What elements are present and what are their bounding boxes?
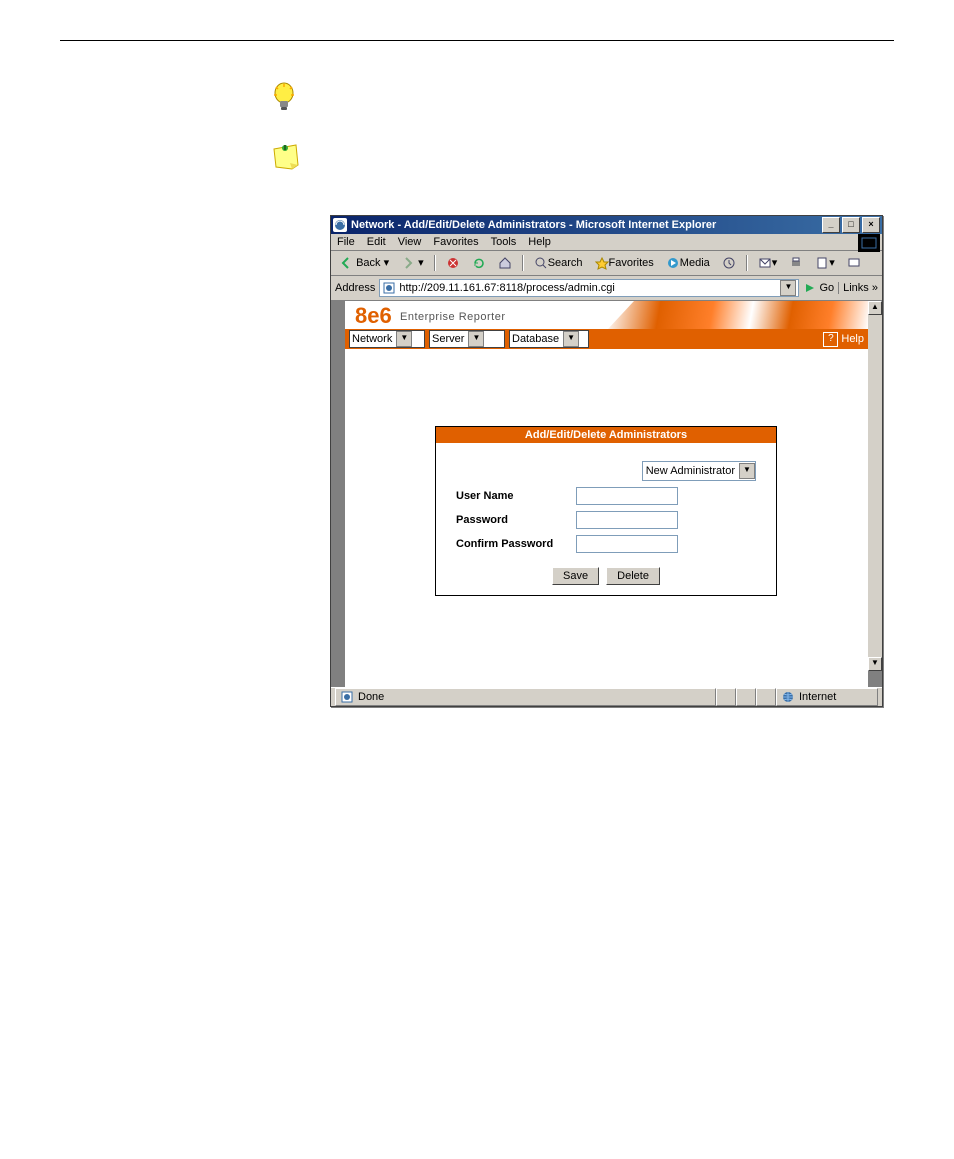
username-label: User Name	[456, 490, 576, 502]
close-button[interactable]: ×	[862, 217, 880, 233]
status-cell	[756, 688, 776, 706]
scroll-up-icon[interactable]: ▲	[868, 301, 882, 315]
delete-button[interactable]: Delete	[606, 567, 660, 585]
save-button[interactable]: Save	[552, 567, 599, 585]
forward-button[interactable]: ▾	[397, 255, 428, 271]
password-label: Password	[456, 514, 576, 526]
menu-tools[interactable]: Tools	[491, 236, 517, 248]
stop-button[interactable]	[442, 255, 464, 271]
scroll-down-icon[interactable]: ▼	[868, 657, 882, 671]
favorites-button[interactable]: Favorites	[591, 255, 658, 271]
back-button[interactable]: Back ▾	[335, 255, 393, 271]
address-input[interactable]: http://209.11.161.67:8118/process/admin.…	[379, 279, 799, 297]
server-dropdown[interactable]: Server▼	[429, 330, 505, 348]
network-dropdown[interactable]: Network▼	[349, 330, 425, 348]
ie-throbber-icon	[858, 234, 880, 252]
tip-block	[270, 81, 894, 113]
discuss-button[interactable]	[843, 255, 865, 271]
confirm-password-input[interactable]	[576, 535, 678, 553]
vertical-scrollbar[interactable]: ▲ ▼	[868, 301, 882, 671]
home-button[interactable]	[494, 255, 516, 271]
maximize-button[interactable]: □	[842, 217, 860, 233]
status-cell	[736, 688, 756, 706]
go-button[interactable]: Go	[803, 281, 834, 295]
print-button[interactable]	[785, 255, 807, 271]
logo-banner: 8e6 Enterprise Reporter	[345, 301, 868, 329]
minimize-button[interactable]: _	[822, 217, 840, 233]
media-button[interactable]: Media	[662, 255, 714, 271]
browser-window: Network - Add/Edit/Delete Administrators…	[330, 215, 883, 707]
menu-file[interactable]: File	[337, 236, 355, 248]
refresh-button[interactable]	[468, 255, 490, 271]
note-block	[270, 143, 894, 175]
menu-help[interactable]: Help	[528, 236, 551, 248]
content-area: 8e6 Enterprise Reporter Network▼ Server▼…	[331, 301, 882, 687]
address-bar: Address http://209.11.161.67:8118/proces…	[331, 276, 882, 301]
app-body: 8e6 Enterprise Reporter Network▼ Server▼…	[345, 301, 868, 687]
menu-view[interactable]: View	[398, 236, 422, 248]
form-header: Add/Edit/Delete Administrators	[436, 427, 776, 443]
address-dropdown-icon[interactable]: ▼	[780, 280, 796, 296]
logo-icon: 8e6	[355, 303, 392, 329]
search-button[interactable]: Search	[530, 255, 587, 271]
toolbar: Back ▾ ▾ Search Favorites Media ▾ ▾	[331, 251, 882, 276]
admin-form-panel: Add/Edit/Delete Administrators New Admin…	[435, 426, 777, 596]
password-input[interactable]	[576, 511, 678, 529]
lightbulb-icon	[270, 81, 302, 113]
horizontal-rule	[60, 40, 894, 41]
zone-text: Internet	[799, 691, 836, 703]
window-title: Network - Add/Edit/Delete Administrators…	[351, 219, 822, 231]
edit-button[interactable]: ▾	[811, 255, 839, 271]
nav-strip: Network▼ Server▼ Database▼ ? Help	[345, 329, 868, 349]
statusbar: Done Internet	[331, 687, 882, 706]
done-icon	[340, 690, 354, 704]
menu-edit[interactable]: Edit	[367, 236, 386, 248]
menu-favorites[interactable]: Favorites	[433, 236, 478, 248]
sticky-note-icon	[270, 143, 302, 175]
database-dropdown[interactable]: Database▼	[509, 330, 589, 348]
confirm-password-label: Confirm Password	[456, 538, 576, 550]
history-button[interactable]	[718, 255, 740, 271]
ie-icon	[333, 218, 347, 232]
titlebar: Network - Add/Edit/Delete Administrators…	[331, 216, 882, 234]
logo-subtitle: Enterprise Reporter	[400, 311, 506, 323]
status-cell	[716, 688, 736, 706]
help-icon: ?	[823, 332, 838, 347]
links-button[interactable]: Links »	[838, 282, 878, 294]
status-text: Done	[358, 691, 384, 703]
address-label: Address	[335, 282, 375, 294]
help-link[interactable]: ? Help	[823, 332, 864, 347]
username-input[interactable]	[576, 487, 678, 505]
menubar: File Edit View Favorites Tools Help	[331, 234, 882, 251]
banner-decoration	[608, 301, 868, 329]
zone-internet-icon	[781, 690, 795, 704]
admin-selector-dropdown[interactable]: New Administrator▼	[642, 461, 756, 481]
mail-button[interactable]: ▾	[754, 255, 782, 271]
